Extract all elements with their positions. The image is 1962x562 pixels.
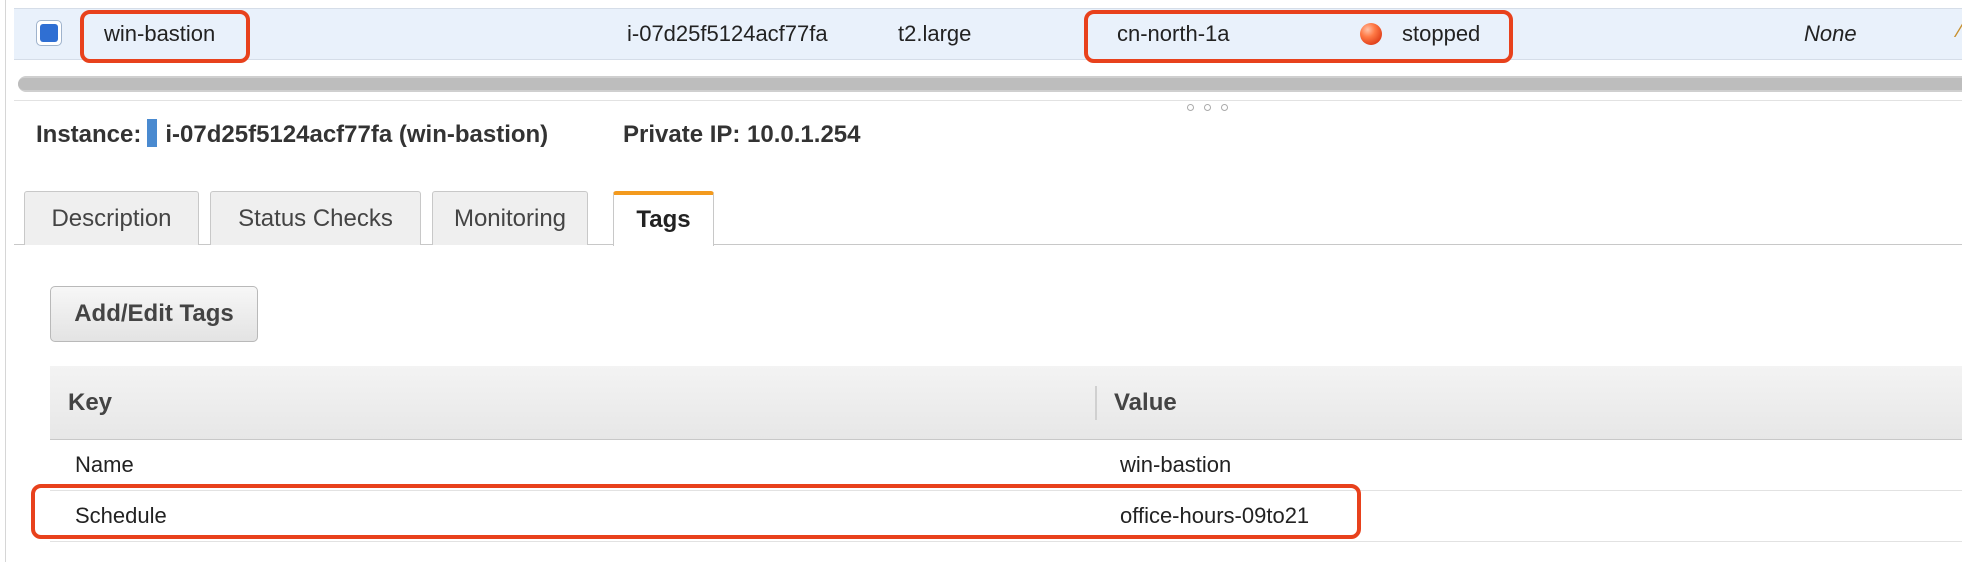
key-icon: ⁄ [1958,17,1962,42]
highlight-schedule-row [31,484,1361,539]
tag-value: win-bastion [1120,452,1232,477]
highlight-instance-name [80,10,250,63]
instance-id-cell: i-07d25f5124acf77fa [627,21,828,46]
add-edit-tags-button[interactable]: Add/Edit Tags [50,286,258,342]
tab-status-checks[interactable]: Status Checks [210,191,421,245]
instance-type-cell: t2.large [898,21,972,46]
tab-tags[interactable]: Tags [613,191,714,246]
instance-color-marker [147,118,158,147]
column-header-key[interactable]: Key [68,366,112,439]
horizontal-scrollbar[interactable] [18,76,1962,92]
tab-monitoring[interactable]: Monitoring [432,191,588,245]
instance-label: Instance: [36,121,142,148]
tags-table-header: Key Value [50,366,1962,440]
grip-dot [1204,104,1211,111]
row-checkbox[interactable] [36,20,62,46]
highlight-zone-state [1084,10,1513,63]
instance-row[interactable]: win-bastion i-07d25f5124acf77fa t2.large… [14,8,1962,60]
private-ip: Private IP: 10.0.1.254 [623,121,861,148]
column-header-value[interactable]: Value [1114,366,1177,439]
column-divider[interactable] [1095,386,1097,420]
tag-key: Name [75,452,134,477]
page-left-border [5,0,6,562]
grip-dot [1221,104,1228,111]
instance-header-value: i-07d25f5124acf77fa (win-bastion) [165,121,549,148]
last-column-cell: None [1804,21,1857,46]
tab-description[interactable]: Description [24,191,199,245]
panel-splitter [14,100,1962,101]
instance-header: Instance: i-07d25f5124acf77fa (win-bastio… [36,115,548,155]
checkbox-checked-mark [40,24,58,42]
grip-dot [1187,104,1194,111]
splitter-grip-handle[interactable] [1185,101,1237,115]
scrollbar-thumb[interactable] [18,78,1962,90]
